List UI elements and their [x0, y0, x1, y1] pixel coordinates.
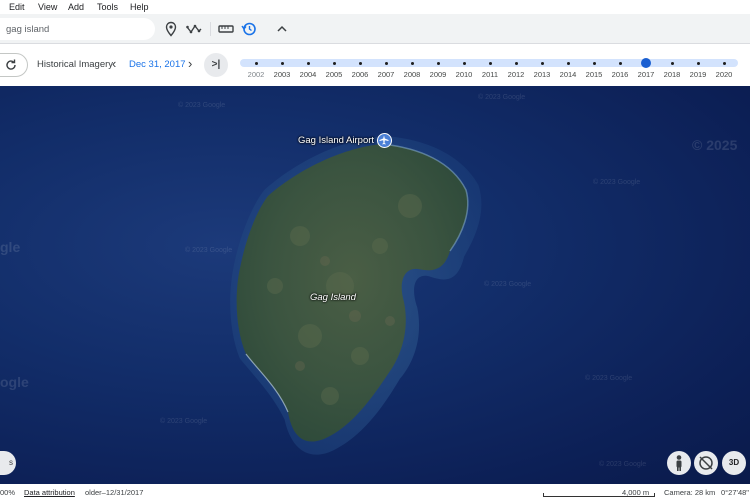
timeline-tick[interactable] — [722, 62, 726, 65]
pegman-icon — [676, 455, 682, 471]
menu-edit[interactable]: Edit — [9, 2, 25, 12]
timeline-year-label[interactable]: 2006 — [347, 70, 373, 79]
timeline-year-label[interactable]: 2020 — [711, 70, 737, 79]
timeline-year-label[interactable]: 2017 — [633, 70, 659, 79]
watermark: © 2023 Google — [478, 94, 526, 101]
timeline-year-label[interactable]: 2014 — [555, 70, 581, 79]
historical-imagery-bar: Historical Imagery ‹ Dec 31, 2017 › >| 2… — [0, 45, 750, 86]
data-attribution-link[interactable]: Data attribution — [24, 488, 75, 497]
timeline-tick[interactable] — [514, 62, 518, 65]
timeline-year-label[interactable]: 2016 — [607, 70, 633, 79]
toolbar-separator — [210, 22, 211, 36]
watermark: © 2023 Google — [185, 247, 233, 254]
timeline-tick[interactable] — [592, 62, 596, 65]
timeline-tick[interactable] — [540, 62, 544, 65]
menu-add[interactable]: Add — [68, 2, 84, 12]
timeline-year-label[interactable]: 2008 — [399, 70, 425, 79]
search-input[interactable] — [6, 21, 136, 37]
timeline-year-label[interactable]: 2013 — [529, 70, 555, 79]
menu-view[interactable]: View — [38, 2, 57, 12]
timeline-year-label[interactable]: 2009 — [425, 70, 451, 79]
ruler-icon[interactable] — [218, 21, 234, 37]
timeline-year-label[interactable]: 2019 — [685, 70, 711, 79]
historical-imagery-title: Historical Imagery — [37, 59, 114, 70]
menu-bar: Edit View Add Tools Help — [0, 0, 750, 14]
timeline-tick[interactable] — [462, 62, 466, 65]
watermark: © 2023 Google — [585, 375, 633, 382]
timeline-tick[interactable] — [436, 62, 440, 65]
watermark: © 2023 Google — [160, 418, 208, 425]
timeline-year-label[interactable]: 2004 — [295, 70, 321, 79]
scale-label: 4,000 m — [622, 488, 650, 497]
previous-date-button[interactable]: ‹ — [112, 56, 116, 71]
imagery-date-range: older–12/31/2017 — [85, 488, 144, 497]
timeline-tick[interactable] — [384, 62, 388, 65]
status-bar: 00% Data attribution older–12/31/2017 4,… — [0, 484, 750, 500]
watermark: © 2023 Google — [484, 281, 532, 288]
timeline-year-label[interactable]: 2002 — [243, 70, 269, 79]
island-label[interactable]: Gag Island — [310, 292, 356, 303]
timeline-tick[interactable] — [618, 62, 622, 65]
timeline-tick[interactable] — [306, 62, 310, 65]
reset-tilt-button[interactable] — [694, 451, 718, 475]
camera-altitude: Camera: 28 km — [664, 488, 716, 497]
street-view-button[interactable] — [667, 451, 691, 475]
airport-icon[interactable] — [377, 133, 392, 148]
zoom-level: 00% — [0, 488, 16, 497]
toolbar — [0, 14, 750, 44]
current-imagery-date[interactable]: Dec 31, 2017 — [129, 59, 186, 70]
next-date-button[interactable]: › — [188, 56, 192, 71]
reset-view-button[interactable] — [0, 53, 28, 77]
timeline-year-label[interactable]: 2015 — [581, 70, 607, 79]
airport-label[interactable]: Gag Island Airport — [298, 135, 374, 146]
timeline-tick[interactable] — [254, 62, 258, 65]
timeline-tick[interactable] — [332, 62, 336, 65]
timeline-year-label[interactable]: 2012 — [503, 70, 529, 79]
menu-tools[interactable]: Tools — [97, 2, 118, 12]
watermark: © 2023 Google — [178, 102, 226, 109]
search-box — [0, 18, 155, 40]
path-icon[interactable] — [186, 21, 202, 37]
coordinates: 0°27'48" — [721, 488, 749, 497]
latest-imagery-button[interactable]: >| — [204, 53, 228, 77]
timeline-tick[interactable] — [488, 62, 492, 65]
historical-imagery-icon[interactable] — [241, 21, 257, 37]
timeline-year-label[interactable]: 2010 — [451, 70, 477, 79]
timeline-year-label[interactable]: 2003 — [269, 70, 295, 79]
timeline-tick[interactable] — [566, 62, 570, 65]
watermark: © 2023 Google — [599, 461, 647, 468]
timeline-tick[interactable] — [696, 62, 700, 65]
watermark-large: © 2025 — [692, 137, 738, 153]
reset-icon — [6, 59, 16, 70]
timeline-year-label[interactable]: 2007 — [373, 70, 399, 79]
watermark-edge: ogle — [0, 374, 29, 390]
airplane-icon — [379, 135, 389, 145]
timeline-selected-marker[interactable] — [641, 58, 651, 68]
satellite-map[interactable]: © 2023 Google © 2023 Google © 2023 Googl… — [0, 86, 750, 484]
compass-off-icon — [699, 456, 713, 470]
timeline-tick[interactable] — [410, 62, 414, 65]
timeline-tick[interactable] — [670, 62, 674, 65]
collapse-chevron-icon[interactable] — [274, 21, 290, 37]
timeline-tick[interactable] — [358, 62, 362, 65]
island-imagery — [230, 136, 482, 455]
timeline-year-label[interactable]: 2011 — [477, 70, 503, 79]
toggle-3d-button[interactable]: 3D — [722, 451, 746, 475]
timeline-tick[interactable] — [280, 62, 284, 65]
timeline-year-label[interactable]: 2005 — [321, 70, 347, 79]
watermark: © 2023 Google — [593, 179, 641, 186]
place-marker-icon[interactable] — [163, 21, 179, 37]
timeline-year-label[interactable]: 2018 — [659, 70, 685, 79]
menu-help[interactable]: Help — [130, 2, 149, 12]
watermark-edge: gle — [0, 239, 21, 255]
